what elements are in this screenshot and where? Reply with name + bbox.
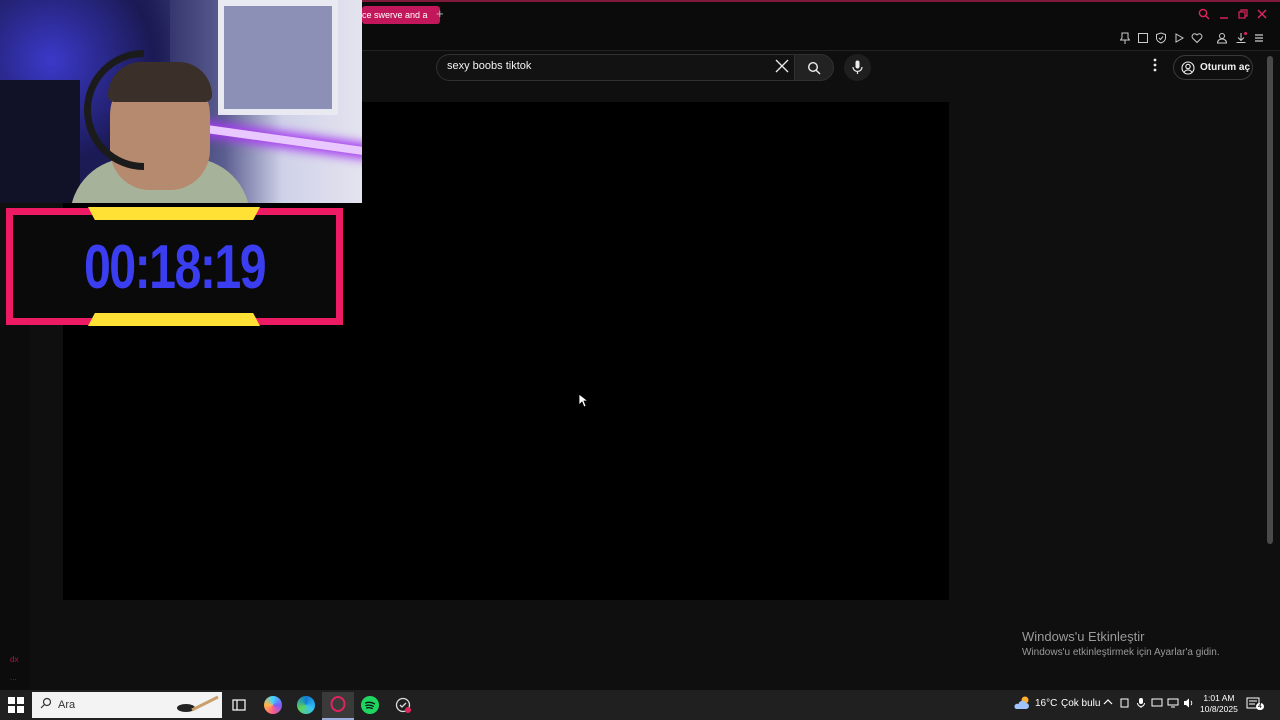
- snapshot-icon[interactable]: [1136, 32, 1150, 46]
- left-sidebar: dx ...: [0, 325, 30, 690]
- weather-icon[interactable]: [1013, 695, 1031, 714]
- shield-icon[interactable]: [1154, 32, 1168, 46]
- tab-bar-accent-line: [362, 0, 1280, 2]
- battery-icon[interactable]: [1119, 697, 1131, 712]
- download-icon[interactable]: [1234, 32, 1248, 46]
- clock-time: 1:01 AM: [1203, 693, 1235, 703]
- profile-icon[interactable]: [1215, 32, 1229, 46]
- heart-icon[interactable]: [1190, 32, 1204, 46]
- sidebar-mark: ...: [10, 673, 17, 682]
- taskbar-clock[interactable]: 1:01 AM 10/8/2025: [1200, 693, 1238, 715]
- opera-gx-taskbar-button[interactable]: [322, 692, 354, 720]
- webcam-background-window: [218, 0, 338, 115]
- windows-activation-watermark: Windows'u Etkinleştir Windows'u etkinleş…: [1022, 629, 1220, 658]
- opera-gx-icon: [330, 696, 346, 712]
- microphone-icon[interactable]: [1135, 697, 1147, 712]
- sign-in-button[interactable]: Oturum aç: [1173, 55, 1253, 80]
- notification-center-icon[interactable]: 4: [1246, 696, 1264, 715]
- task-view-icon[interactable]: [230, 696, 248, 714]
- volume-icon[interactable]: [1183, 697, 1195, 712]
- taskbar-search-placeholder: Ara: [58, 699, 76, 711]
- mouse-cursor-icon: [578, 393, 590, 413]
- menu-icon[interactable]: [1252, 32, 1266, 46]
- taskbar-search-input[interactable]: Ara: [32, 692, 222, 718]
- stream-timer: 00:18:19: [83, 233, 267, 302]
- timer-top-tab: [88, 207, 260, 220]
- search-icon: [40, 697, 52, 712]
- voice-search-button[interactable]: [844, 54, 871, 81]
- browser-tab[interactable]: ce swerve and a: [362, 6, 440, 24]
- activation-title: Windows'u Etkinleştir: [1022, 629, 1145, 644]
- sidebar-mark: dx: [10, 655, 19, 664]
- play-icon[interactable]: [1172, 32, 1186, 46]
- copilot-icon[interactable]: [264, 696, 282, 714]
- timer-bottom-tab: [88, 313, 260, 326]
- clear-search-icon[interactable]: [773, 58, 791, 76]
- more-options-icon[interactable]: [1149, 58, 1161, 76]
- webcam-overlay: [0, 0, 362, 203]
- chevron-up-icon[interactable]: [1103, 697, 1113, 710]
- windows-start-icon[interactable]: [8, 697, 24, 713]
- notification-badge: 4: [1256, 703, 1264, 710]
- pin-icon[interactable]: [1118, 32, 1132, 46]
- search-tabs-icon[interactable]: [1197, 8, 1211, 22]
- weather-description[interactable]: Çok bulu: [1061, 698, 1100, 709]
- network-icon[interactable]: [1167, 697, 1179, 712]
- close-icon[interactable]: [1255, 8, 1269, 22]
- minimize-icon[interactable]: [1217, 8, 1231, 22]
- weather-temperature[interactable]: 16°C: [1035, 698, 1057, 709]
- new-tab-button[interactable]: +: [436, 7, 444, 21]
- sign-in-label: Oturum aç: [1200, 62, 1251, 73]
- search-button[interactable]: [794, 54, 834, 81]
- display-icon[interactable]: [1151, 697, 1163, 712]
- edge-browser-icon[interactable]: [297, 696, 315, 714]
- search-query-text: sexy boobs tiktok: [447, 60, 532, 72]
- restore-icon[interactable]: [1236, 8, 1250, 22]
- account-icon: [1181, 61, 1195, 75]
- search-icon: [807, 61, 821, 75]
- clock-date: 10/8/2025: [1200, 704, 1238, 714]
- activation-subtitle: Windows'u etkinleştirmek için Ayarlar'a …: [1022, 647, 1220, 658]
- page-scrollbar[interactable]: [1267, 56, 1273, 544]
- hockey-stick-icon: [177, 695, 219, 712]
- webcam-chair: [0, 80, 80, 203]
- spotify-icon[interactable]: [361, 696, 379, 714]
- webcam-neon-light: [200, 124, 362, 156]
- microphone-icon: [852, 60, 863, 74]
- browser-tab-title: ce swerve and a: [362, 10, 428, 20]
- app-with-badge-icon[interactable]: [394, 696, 412, 714]
